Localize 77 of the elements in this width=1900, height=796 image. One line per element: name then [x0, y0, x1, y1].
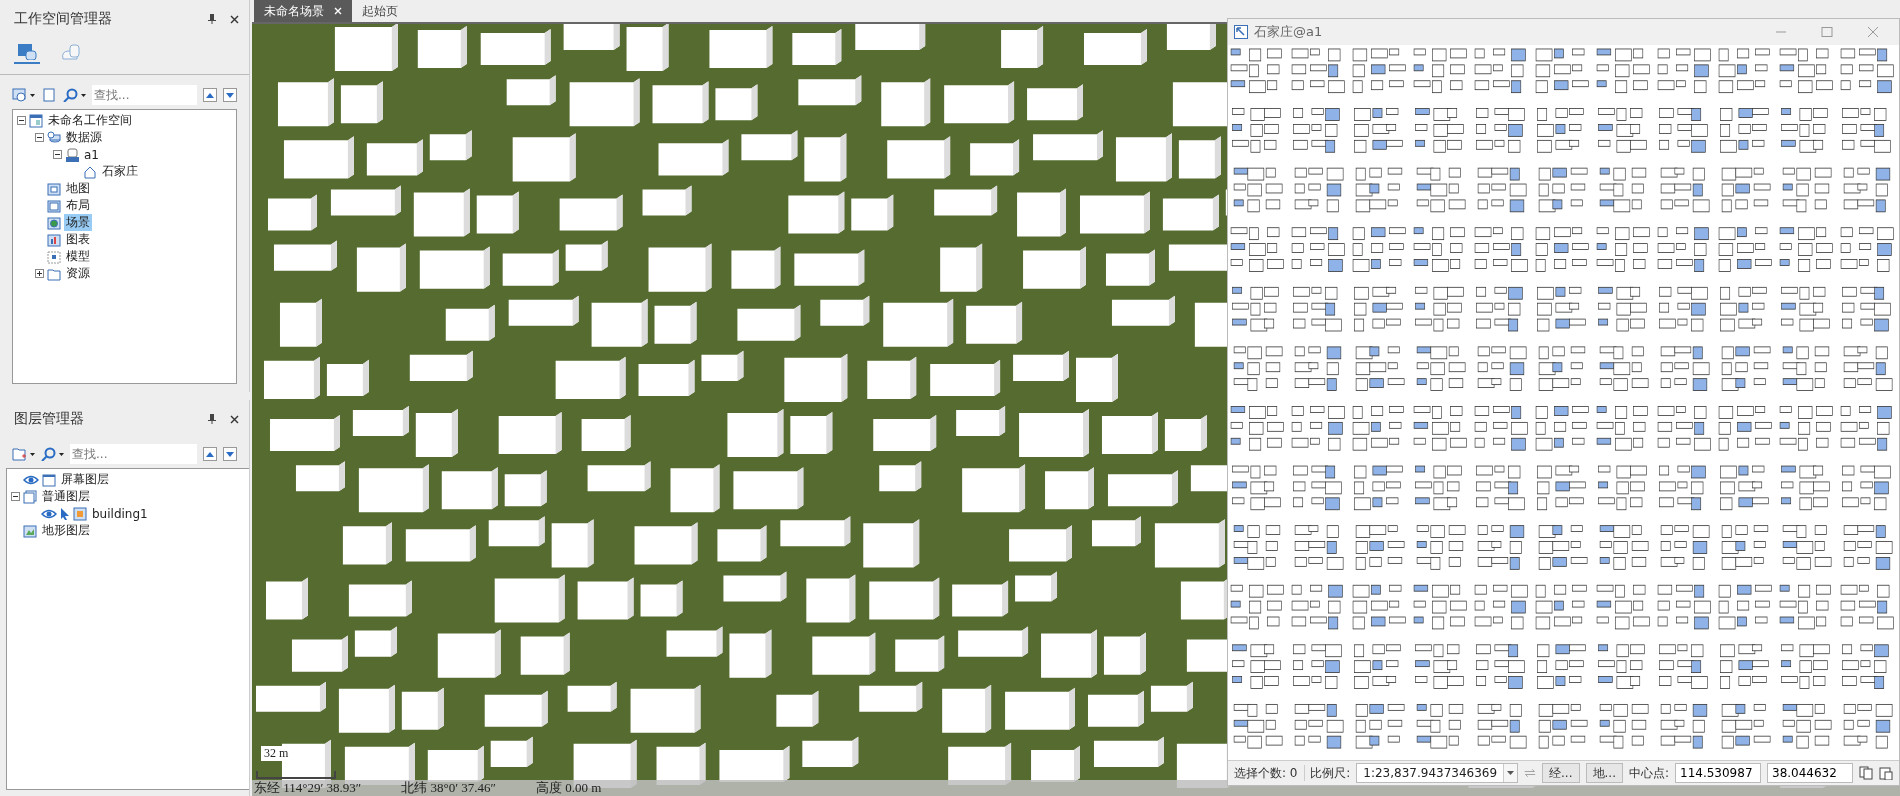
search-icon[interactable]	[41, 447, 57, 461]
caret-icon[interactable]	[59, 452, 64, 456]
window-icon	[1234, 25, 1248, 39]
folder-icon	[47, 266, 61, 281]
view-icon[interactable]	[12, 88, 28, 102]
building-layer-icon	[73, 506, 87, 521]
center-label: 中心点:	[1628, 764, 1669, 782]
move-down-button[interactable]	[223, 88, 237, 102]
triangle-up-icon[interactable]	[206, 92, 214, 98]
coordinate-text: 北纬 38°0′ 37.46″	[401, 779, 496, 796]
eye-icon[interactable]	[23, 473, 39, 486]
triangle-up-icon[interactable]	[206, 451, 214, 457]
tree-item[interactable]: 石家庄	[100, 163, 140, 180]
tree-item[interactable]: 图表	[64, 231, 92, 248]
tree-item[interactable]: 资源	[64, 265, 92, 282]
map-icon	[47, 181, 61, 196]
eye-icon[interactable]	[41, 507, 57, 520]
view-button[interactable]	[12, 88, 35, 102]
chart-icon	[47, 232, 61, 247]
selection-count-label: 选择个数: 0	[1234, 764, 1298, 782]
tree-item[interactable]: 数据源	[64, 129, 104, 146]
scale-combo[interactable]: 1:23,837.9437346369	[1356, 763, 1519, 783]
pointer-icon[interactable]	[60, 506, 70, 521]
tree-item[interactable]: 布局	[64, 197, 92, 214]
center-x-field[interactable]: 114.530987	[1675, 763, 1761, 783]
database-icon	[65, 147, 79, 162]
triangle-down-icon[interactable]	[226, 451, 234, 457]
move-down-button[interactable]	[223, 447, 237, 461]
caret-icon[interactable]	[1507, 771, 1515, 775]
tree-item[interactable]: 场景	[64, 214, 92, 231]
collapse-icon[interactable]	[17, 116, 26, 125]
layers-icon	[23, 489, 37, 504]
tree-item[interactable]: 地形图层	[40, 522, 92, 539]
window-icon	[42, 472, 56, 487]
tree-item[interactable]: a1	[82, 147, 101, 162]
scale-label: 32 m	[261, 746, 292, 761]
caret-icon[interactable]	[30, 452, 35, 456]
expand-icon[interactable]	[35, 269, 44, 278]
tree-item[interactable]: 屏幕图层	[59, 471, 111, 488]
panel-title: 工作空间管理器	[14, 10, 113, 28]
caret-icon[interactable]	[30, 93, 35, 97]
dropdown-button[interactable]	[1503, 764, 1518, 782]
add-layer-button[interactable]	[12, 447, 35, 461]
status-button[interactable]: 经...	[1542, 763, 1580, 783]
house-icon	[83, 164, 97, 179]
document-tab[interactable]: 未命名场景	[254, 0, 352, 22]
collapse-icon[interactable]	[53, 150, 62, 159]
search-button[interactable]	[63, 88, 86, 102]
status-button[interactable]: 地...	[1585, 763, 1623, 783]
move-up-button[interactable]	[203, 88, 217, 102]
add-folder-icon[interactable]	[12, 447, 28, 461]
database-icon	[47, 130, 61, 145]
window-title: 石家庄@a1	[1254, 23, 1324, 41]
tree-item[interactable]: 模型	[64, 248, 92, 265]
move-up-button[interactable]	[203, 447, 217, 461]
window-icon	[29, 113, 43, 128]
coordinate-text: 高度 0.00 m	[535, 779, 602, 796]
caret-icon[interactable]	[81, 93, 86, 97]
search-button[interactable]	[41, 447, 64, 461]
center-y-field[interactable]: 38.044632	[1767, 763, 1853, 783]
tree-item[interactable]: building1	[90, 506, 150, 521]
tree-item[interactable]: 地图	[64, 180, 92, 197]
triangle-down-icon[interactable]	[226, 92, 234, 98]
globe-icon	[47, 215, 61, 230]
tree-item[interactable]: 普通图层	[40, 488, 92, 505]
scale-label: 比例尺:	[1310, 764, 1351, 782]
document-tab[interactable]: 起始页	[352, 0, 408, 22]
coordinate-text: 东经 114°29′ 38.93″	[254, 779, 362, 796]
collapse-icon[interactable]	[11, 492, 20, 501]
terrain-icon	[23, 523, 37, 538]
collapse-icon[interactable]	[35, 133, 44, 142]
layout-icon	[47, 198, 61, 213]
search-icon[interactable]	[63, 88, 79, 102]
panel-title: 图层管理器	[14, 410, 85, 428]
search-field[interactable]: 查找...	[92, 85, 197, 105]
search-field[interactable]: 查找...	[70, 444, 197, 464]
tree-item[interactable]: 未命名工作空间	[46, 112, 134, 129]
